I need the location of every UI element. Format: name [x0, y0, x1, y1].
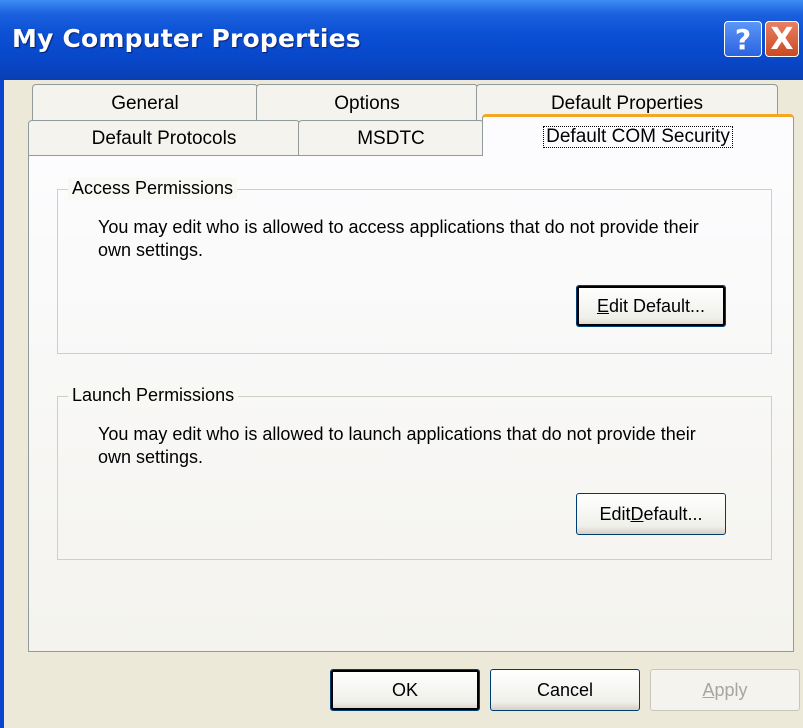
window-frame-left [0, 80, 4, 728]
ok-label: OK [391, 679, 418, 700]
access-permissions-description: You may edit who is allowed to access ap… [98, 217, 699, 260]
button-label-rest: dit Default... [608, 295, 706, 316]
button-label-mnemonic: A [702, 679, 715, 700]
tab-general[interactable]: General [32, 84, 258, 122]
edit-default-access-button[interactable]: Edit Default... [576, 285, 726, 327]
help-icon: ? [734, 22, 752, 56]
help-button[interactable]: ? [724, 21, 762, 57]
ok-button[interactable]: OK [330, 669, 480, 711]
launch-permissions-description: You may edit who is allowed to launch ap… [98, 424, 696, 467]
tab-label: General [111, 92, 179, 114]
edit-default-launch-button[interactable]: Edit Default... [576, 493, 726, 535]
window-title: My Computer Properties [12, 24, 361, 53]
button-label-mnemonic: E [596, 295, 609, 316]
tab-label: MSDTC [357, 127, 425, 149]
tab-panel: Access Permissions You may edit who is a… [28, 155, 794, 652]
close-button[interactable]: X [765, 21, 799, 57]
tab-label: Default COM Security [543, 125, 733, 148]
title-bar[interactable]: My Computer Properties ? X [0, 0, 803, 80]
button-label-prefix: Edit [599, 503, 631, 524]
cancel-label: Cancel [536, 679, 594, 700]
apply-button[interactable]: Apply [650, 669, 800, 711]
tab-label: Default Properties [550, 92, 704, 114]
tab-label: Options [334, 92, 400, 114]
access-permissions-group: Access Permissions You may edit who is a… [57, 178, 772, 354]
launch-permissions-title: Launch Permissions [68, 385, 239, 406]
tab-default-protocols[interactable]: Default Protocols [28, 120, 300, 156]
launch-permissions-group: Launch Permissions You may edit who is a… [57, 385, 772, 560]
access-permissions-title: Access Permissions [68, 178, 238, 199]
cancel-button[interactable]: Cancel [490, 669, 640, 711]
tab-options[interactable]: Options [256, 84, 478, 122]
button-label-mnemonic: D [630, 503, 644, 524]
tab-msdtc[interactable]: MSDTC [298, 120, 484, 156]
tab-default-com-security[interactable]: Default COM Security [482, 114, 794, 156]
button-label-rest: efault... [643, 503, 703, 524]
button-label-rest: pply [714, 679, 748, 700]
close-icon: X [770, 21, 794, 57]
tab-label: Default Protocols [91, 127, 237, 149]
